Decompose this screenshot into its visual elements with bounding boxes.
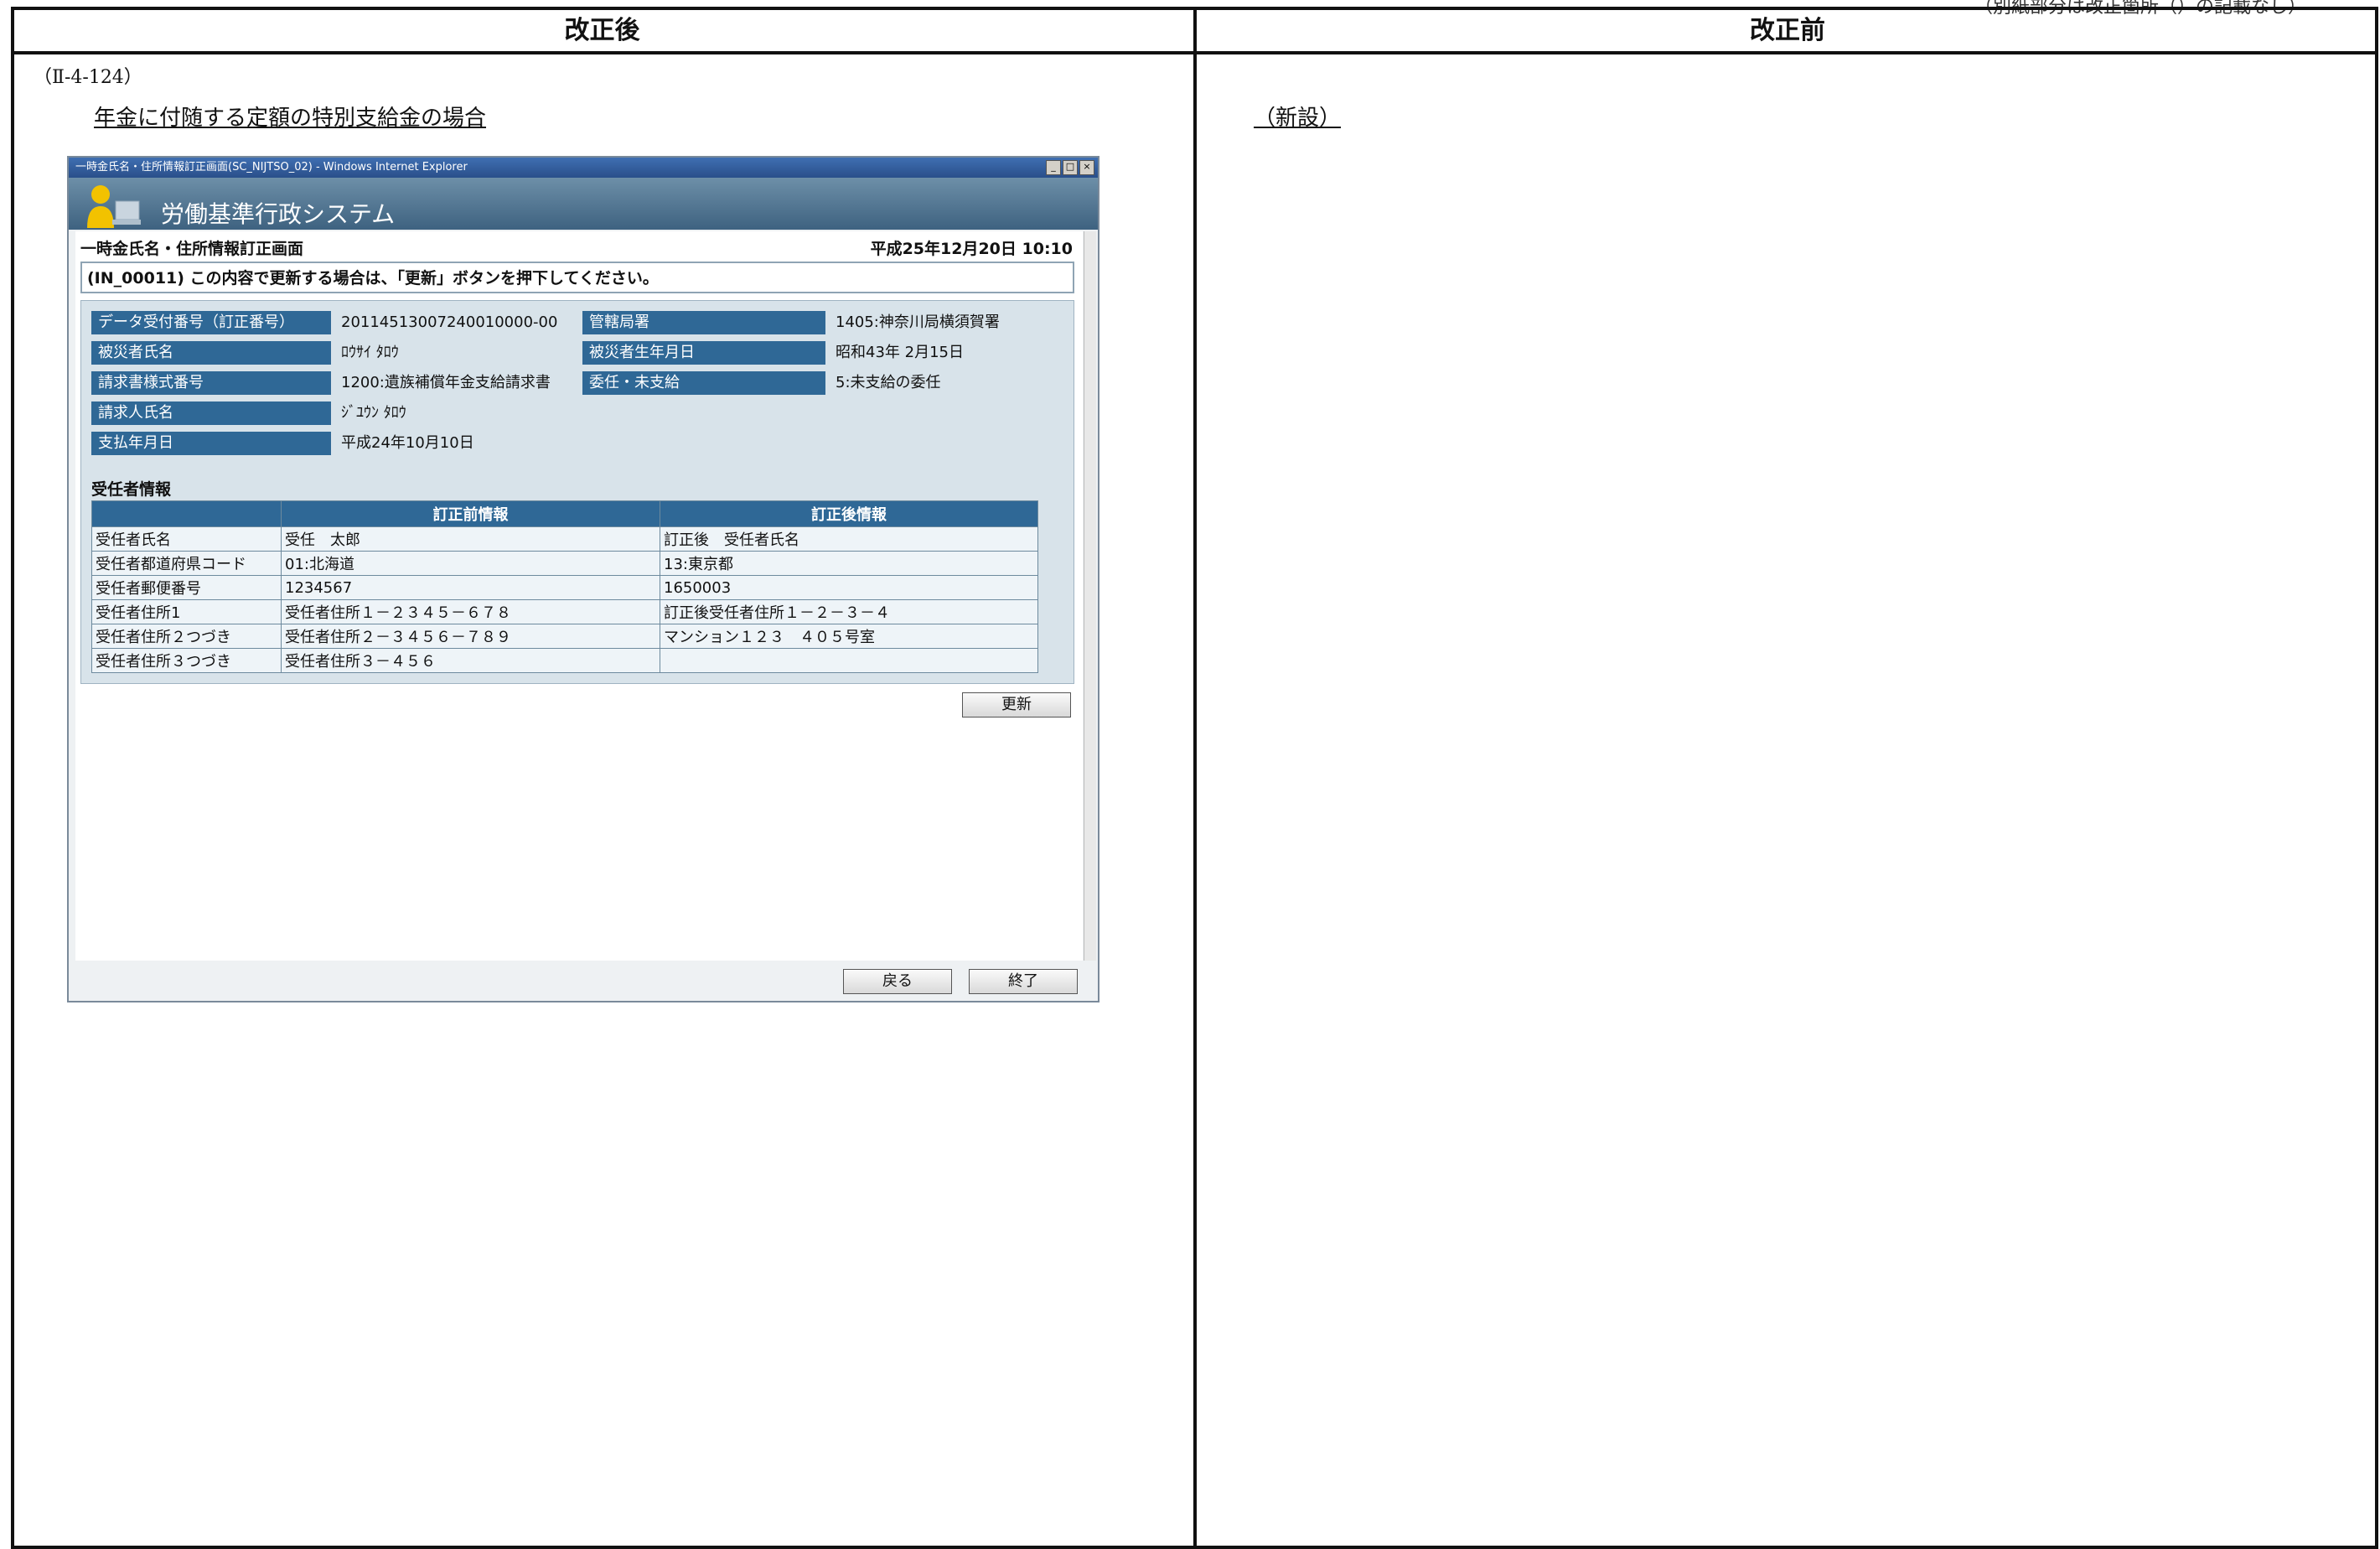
table-row: 受任者住所３つづき 受任者住所３－４５６: [91, 648, 1038, 673]
section-number: （Ⅱ-4-124）: [34, 67, 142, 88]
payment-date-label: 支払年月日: [91, 432, 331, 455]
close-icon[interactable]: ×: [1079, 160, 1094, 175]
row-before: 受任者住所３－４５６: [281, 648, 660, 673]
window-controls: _ □ ×: [1046, 160, 1094, 175]
payment-date-value: 平成24年10月10日: [341, 434, 474, 452]
victim-name-label: 被災者氏名: [91, 341, 331, 365]
case-title: 年金に付随する定額の特別支給金の場合: [94, 106, 487, 131]
recipient-heading: 受任者情報: [91, 480, 172, 499]
table-header-before: 訂正前情報: [281, 500, 660, 527]
delegation-value: 5:未支給の委任: [836, 374, 941, 391]
vertical-scrollbar[interactable]: [1084, 231, 1096, 961]
recipient-table: 訂正前情報 訂正後情報 受任者氏名 受任 太郎 訂正後 受任者氏名 受任者都道府…: [91, 500, 1038, 673]
row-after: マンション１２３ ４０５号室: [660, 624, 1038, 649]
embedded-screenshot-window: 一時金氏名・住所情報訂正画面(SC_NIJTSO_02) - Windows I…: [67, 156, 1099, 1002]
column-header-before: 改正前: [1750, 16, 1825, 45]
row-label: 受任者都道府県コード: [91, 551, 282, 576]
victim-birthdate-value: 昭和43年 2月15日: [836, 344, 964, 361]
table-row: 受任者都道府県コード 01:北海道 13:東京都: [91, 551, 1038, 576]
row-before: 受任者住所２－３４５６－７８９: [281, 624, 660, 649]
table-header-blank: [91, 500, 282, 527]
office-value: 1405:神奈川局横須賀署: [836, 313, 1000, 331]
row-label: 受任者氏名: [91, 526, 282, 552]
claimant-name-value: ｼﾞﾕｳﾝ ﾀﾛｳ: [341, 404, 406, 422]
app-name: 労働基準行政システム: [161, 200, 396, 228]
row-label: 受任者住所２つづき: [91, 624, 282, 649]
maximize-icon[interactable]: □: [1063, 160, 1078, 175]
user-computer-icon: [87, 185, 141, 228]
new-provision-note: （新設）: [1254, 106, 1342, 131]
receipt-number-label: データ受付番号（訂正番号）: [91, 311, 331, 334]
form-number-label: 請求書様式番号: [91, 371, 331, 395]
screen-title: 一時金氏名・住所情報訂正画面: [80, 240, 304, 258]
claimant-name-label: 請求人氏名: [91, 401, 331, 425]
form-number-value: 1200:遺族補償年金支給請求書: [341, 374, 551, 391]
row-after: [660, 648, 1038, 673]
receipt-number-value: 20114513007240010000-00: [341, 313, 558, 331]
row-before: 受任 太郎: [281, 526, 660, 552]
window-titlebar: 一時金氏名・住所情報訂正画面(SC_NIJTSO_02) - Windows I…: [69, 158, 1098, 178]
row-before: 1234567: [281, 575, 660, 600]
delegation-label: 委任・未支給: [582, 371, 825, 395]
minimize-icon[interactable]: _: [1046, 160, 1061, 175]
window-title: 一時金氏名・住所情報訂正画面(SC_NIJTSO_02) - Windows I…: [75, 161, 468, 174]
message-box: (IN_00011) この内容で更新する場合は、「更新」ボタンを押下してください…: [80, 262, 1074, 293]
row-after: 訂正後受任者住所１－２－３－４: [660, 599, 1038, 624]
row-label: 受任者住所1: [91, 599, 282, 624]
exit-button[interactable]: 終了: [969, 969, 1078, 994]
office-label: 管轄局署: [582, 311, 825, 334]
row-after: 1650003: [660, 575, 1038, 600]
row-before: 01:北海道: [281, 551, 660, 576]
column-divider: [1193, 7, 1197, 1549]
table-header-after: 訂正後情報: [660, 500, 1038, 527]
row-label: 受任者住所３つづき: [91, 648, 282, 673]
screen-body: 一時金氏名・住所情報訂正画面 平成25年12月20日 10:10 (IN_000…: [75, 231, 1083, 961]
screen-datetime: 平成25年12月20日 10:10: [870, 240, 1073, 258]
victim-name-value: ﾛｳｻｲ ﾀﾛｳ: [341, 344, 399, 361]
table-row: 受任者氏名 受任 太郎 訂正後 受任者氏名: [91, 526, 1038, 552]
victim-birthdate-label: 被災者生年月日: [582, 341, 825, 365]
column-header-after: 改正後: [564, 16, 640, 45]
app-banner: 労働基準行政システム: [69, 178, 1098, 230]
back-button[interactable]: 戻る: [843, 969, 952, 994]
table-row: 受任者住所２つづき 受任者住所２－３４５６－７８９ マンション１２３ ４０５号室: [91, 624, 1038, 649]
row-after: 13:東京都: [660, 551, 1038, 576]
table-row: 受任者郵便番号 1234567 1650003: [91, 575, 1038, 600]
info-panel: データ受付番号（訂正番号） 20114513007240010000-00 管轄…: [80, 300, 1074, 684]
row-after: 訂正後 受任者氏名: [660, 526, 1038, 552]
row-before: 受任者住所１－２３４５－６７８: [281, 599, 660, 624]
update-button[interactable]: 更新: [962, 692, 1071, 718]
row-label: 受任者郵便番号: [91, 575, 282, 600]
table-row: 受任者住所1 受任者住所１－２３４５－６７８ 訂正後受任者住所１－２－３－４: [91, 599, 1038, 624]
